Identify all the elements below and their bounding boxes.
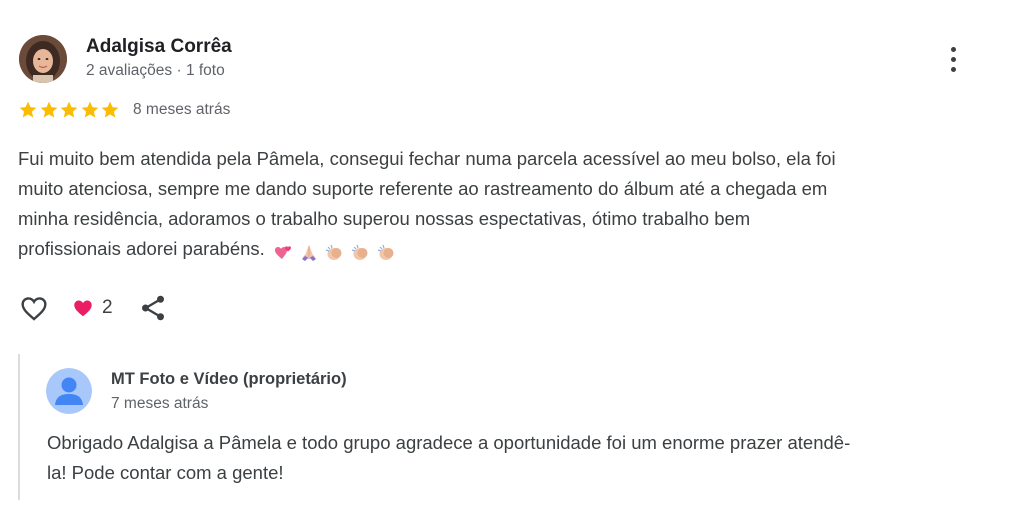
star-icon: [101, 101, 119, 118]
review-text-line-last: profissionais adorei parabéns.: [18, 234, 978, 267]
reaction-count[interactable]: 2: [72, 295, 113, 321]
owner-avatar[interactable]: [46, 368, 92, 414]
review-text: Fui muito bem atendida pela Pâmela, cons…: [18, 144, 978, 267]
owner-reply-text-line: Obrigado Adalgisa a Pâmela e todo grupo …: [47, 432, 851, 453]
star-icon: [60, 101, 78, 118]
owner-reply-text-line: la! Pode contar com a gente!: [47, 462, 284, 483]
star-icon: [81, 101, 98, 118]
owner-reply-time: 7 meses atrás: [111, 395, 209, 412]
share-icon: [142, 295, 164, 321]
reviewer-avatar[interactable]: [19, 35, 67, 83]
owner-reply: MT Foto e Vídeo (proprietário) 7 meses a…: [18, 354, 980, 500]
more-vert-icon[interactable]: [940, 44, 968, 76]
review-text-line: muito atenciosa, sempre me dando suporte…: [18, 178, 828, 199]
star-icon: [19, 101, 37, 118]
like-button[interactable]: [18, 292, 50, 324]
review-card: Adalgisa Corrêa 2 avaliações · 1 foto 8 …: [0, 0, 1024, 523]
heart-outline-icon: [21, 297, 47, 321]
emoji-group: [273, 237, 403, 267]
owner-name: MT Foto e Vídeo (proprietário): [111, 370, 347, 388]
clapping-hands-icon: [377, 244, 394, 261]
review-text-line: minha residência, adoramos o trabalho su…: [18, 208, 751, 229]
star-icon: [40, 101, 57, 118]
two-hearts-icon: [274, 246, 291, 260]
clapping-hands-icon: [351, 244, 368, 261]
review-text-line: profissionais adorei parabéns.: [18, 238, 265, 259]
reviewer-meta: 2 avaliações · 1 foto: [86, 62, 225, 79]
clapping-hands-icon: [325, 244, 342, 261]
reaction-count-value: 2: [102, 297, 113, 318]
review-time: 8 meses atrás: [133, 101, 231, 118]
review-text-line: Fui muito bem atendida pela Pâmela, cons…: [18, 148, 836, 169]
owner-reply-text: Obrigado Adalgisa a Pâmela e todo grupo …: [47, 428, 972, 488]
star-rating: [18, 98, 121, 122]
folded-hands-icon: [301, 245, 316, 262]
heart-filled-icon: [74, 300, 92, 317]
reviewer-name[interactable]: Adalgisa Corrêa: [86, 36, 232, 58]
share-button[interactable]: [138, 293, 168, 323]
